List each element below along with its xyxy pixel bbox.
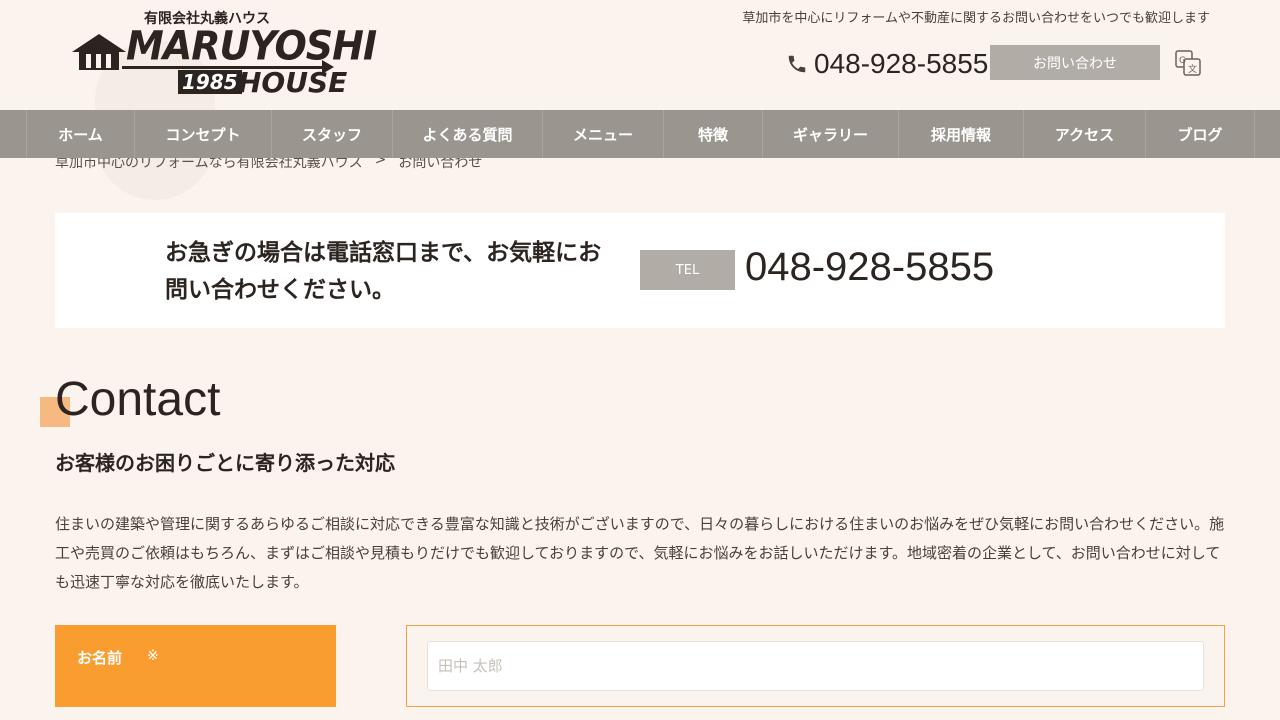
nav-item-home[interactable]: ホーム	[26, 110, 134, 158]
page-title: Contact	[55, 373, 221, 426]
house-logo-icon	[72, 34, 126, 70]
logo-year: 1985	[178, 70, 242, 94]
tel-banner-message: お急ぎの場合は電話窓口まで、お気軽にお 問い合わせください。	[165, 235, 635, 309]
nav-item-concept[interactable]: コンセプト	[134, 110, 271, 158]
form-field-name	[406, 625, 1225, 707]
nav-item-gallery[interactable]: ギャラリー	[762, 110, 898, 158]
logo-house-text: HOUSE	[238, 66, 348, 99]
nav-item-access[interactable]: アクセス	[1023, 110, 1145, 158]
contact-button[interactable]: お問い合わせ	[990, 45, 1160, 80]
translate-icon[interactable]: G 文	[1174, 49, 1202, 77]
header-tagline: 草加市を中心にリフォームや不動産に関するお問い合わせをいつでも歓迎します	[742, 11, 1210, 26]
tel-badge: TEL	[640, 250, 735, 290]
phone-icon	[788, 55, 806, 73]
nav-item-menu[interactable]: メニュー	[542, 110, 663, 158]
header-phone-number: 048-928-5855	[814, 48, 989, 79]
form-label-name: お名前 ※	[55, 625, 336, 707]
svg-text:G: G	[1179, 56, 1186, 66]
tel-message-line-1: お急ぎの場合は電話窓口まで、お気軽にお	[165, 240, 602, 266]
nav-item-features[interactable]: 特徴	[663, 110, 762, 158]
name-label: お名前	[77, 649, 123, 667]
site-logo[interactable]: 有限会社丸義ハウス MARUYOSHI 1985 HOUSE	[70, 8, 377, 100]
tel-banner: お急ぎの場合は電話窓口まで、お気軽にお 問い合わせください。 TEL 048-9…	[55, 213, 1225, 328]
intro-paragraph: 住まいの建築や管理に関するあらゆるご相談に対応できる豊富な知識と技術がございます…	[55, 515, 1225, 591]
svg-text:文: 文	[1188, 63, 1197, 75]
nav-item-faq[interactable]: よくある質問	[392, 110, 542, 158]
tel-banner-number[interactable]: 048-928-5855	[745, 245, 994, 290]
name-input[interactable]	[427, 641, 1204, 691]
logo-wordmark: MARUYOSHI	[126, 22, 377, 70]
nav-item-blog[interactable]: ブログ	[1145, 110, 1254, 158]
site-header: 有限会社丸義ハウス MARUYOSHI 1985 HOUSE 草加市を中心にリフ…	[0, 0, 1280, 110]
nav-item-recruit[interactable]: 採用情報	[898, 110, 1023, 158]
page-subtitle: お客様のお困りごとに寄り添った対応	[55, 451, 395, 475]
nav-spacer-end	[1254, 110, 1280, 158]
nav-item-staff[interactable]: スタッフ	[271, 110, 392, 158]
header-phone[interactable]: 048-928-5855	[786, 48, 988, 80]
required-mark: ※	[147, 648, 159, 664]
main-navigation: ホーム コンセプト スタッフ よくある質問 メニュー 特徴 ギャラリー 採用情報…	[0, 110, 1280, 158]
tel-message-line-2: 問い合わせください。	[165, 277, 395, 303]
